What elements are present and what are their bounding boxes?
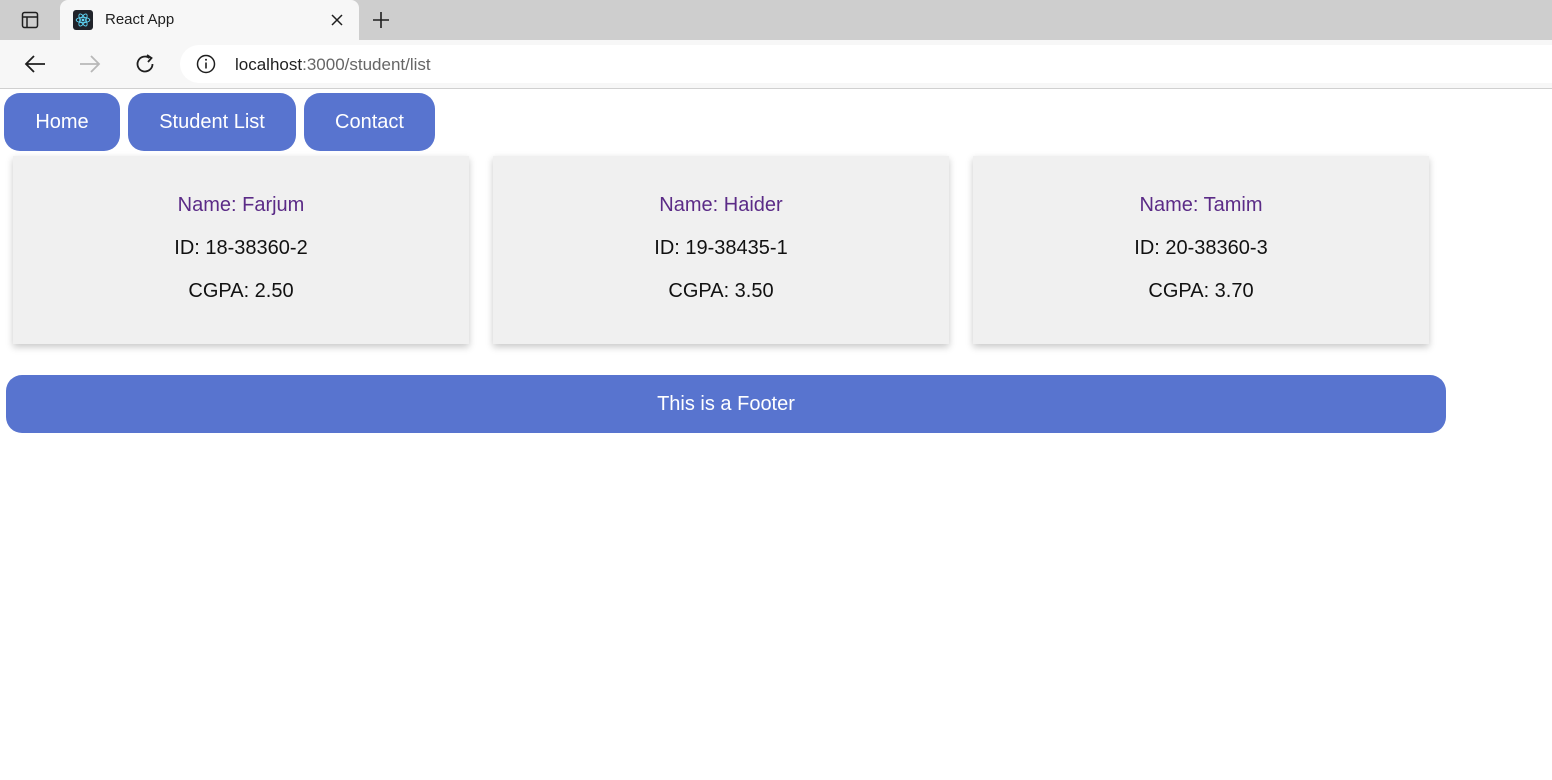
arrow-left-icon[interactable] [22, 51, 48, 77]
student-id: ID: 20-38360-3 [1134, 237, 1268, 259]
close-icon[interactable] [327, 10, 347, 30]
student-name: Name: Haider [659, 194, 783, 216]
student-card: Name: Tamim ID: 20-38360-3 CGPA: 3.70 [973, 156, 1429, 344]
student-name: Name: Tamim [1139, 194, 1263, 216]
browser-tab[interactable]: React App [60, 0, 359, 40]
student-id: ID: 19-38435-1 [654, 237, 788, 259]
plus-icon[interactable] [369, 8, 393, 32]
site-nav: Home Student List Contact [4, 93, 435, 151]
student-cgpa: CGPA: 3.50 [668, 280, 774, 302]
student-card: Name: Farjum ID: 18-38360-2 CGPA: 2.50 [13, 156, 469, 344]
student-name: Name: Farjum [177, 194, 305, 216]
student-cgpa: CGPA: 3.70 [1148, 280, 1254, 302]
tab-title: React App [105, 11, 175, 28]
student-cgpa: CGPA: 2.50 [188, 280, 294, 302]
nav-contact-button[interactable]: Contact [304, 93, 435, 151]
page-footer: This is a Footer [6, 375, 1446, 433]
tab-actions-icon[interactable] [10, 8, 50, 32]
student-id: ID: 18-38360-2 [174, 237, 308, 259]
nav-home-button[interactable]: Home [4, 93, 120, 151]
url-path: :3000/student/list [302, 55, 431, 74]
address-bar[interactable]: localhost:3000/student/list [180, 45, 1552, 83]
student-card: Name: Haider ID: 19-38435-1 CGPA: 3.50 [493, 156, 949, 344]
nav-student-list-button[interactable]: Student List [128, 93, 296, 151]
arrow-right-icon[interactable] [77, 51, 103, 77]
browser-toolbar: localhost:3000/student/list [0, 40, 1552, 89]
page-content: Home Student List Contact Name: Farjum I… [0, 89, 1552, 780]
url-text[interactable]: localhost:3000/student/list [235, 55, 431, 75]
browser-tabstrip: React App [0, 0, 1552, 40]
url-host: localhost [235, 55, 303, 74]
student-card-list: Name: Farjum ID: 18-38360-2 CGPA: 2.50 N… [13, 156, 1429, 344]
reload-icon[interactable] [132, 51, 158, 77]
info-icon[interactable] [196, 54, 216, 74]
react-logo-icon [73, 10, 93, 30]
